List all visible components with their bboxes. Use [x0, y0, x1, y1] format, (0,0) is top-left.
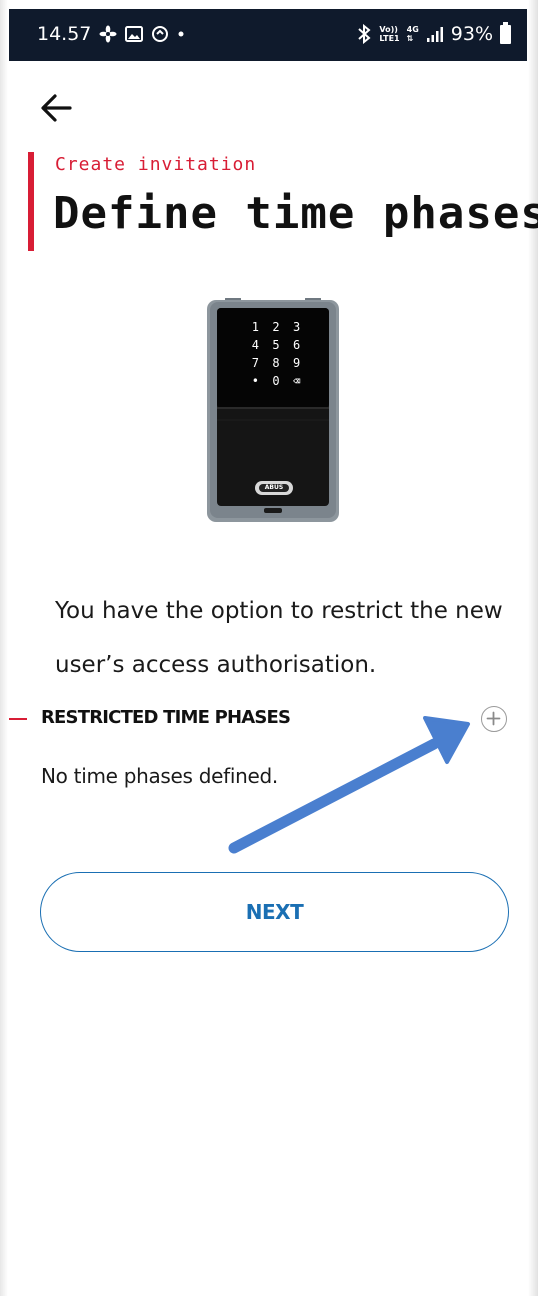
battery-percent: 93%: [450, 23, 493, 45]
plus-circle-icon[interactable]: [481, 706, 507, 732]
dot-icon: [177, 30, 185, 38]
empty-state-text: No time phases defined.: [41, 764, 278, 788]
section-indicator: [9, 718, 27, 720]
battery-icon: [500, 21, 511, 44]
keypad-key: 8: [272, 356, 280, 370]
arrow-left-icon[interactable]: [38, 90, 74, 126]
signal-icon: [426, 26, 444, 42]
brand-logo: ABUS: [264, 484, 284, 491]
app-screen: 14.57 Vo)) LTE1 4G ⇅ 93% Create invitati…: [0, 0, 538, 1296]
volte-bottom-text: LTE1: [379, 34, 400, 43]
net-top-text: 4G: [406, 25, 419, 34]
volte-top-text: Vo)): [379, 25, 398, 34]
keypad-key: 7: [251, 356, 259, 370]
net-bottom-text: ⇅: [406, 34, 414, 43]
sync-icon: [151, 25, 169, 43]
next-button-label: NEXT: [245, 900, 304, 924]
keypad-key: 9: [293, 356, 301, 370]
keypad-key: 6: [293, 338, 301, 352]
keypad-key: 2: [272, 320, 280, 334]
fan-icon: [99, 25, 117, 43]
keypad-key: 5: [272, 338, 280, 352]
keypad-key: 0: [272, 374, 280, 388]
bluetooth-icon: [356, 24, 372, 44]
keypad-key: 4: [251, 338, 259, 352]
page-subtitle: Create invitation: [55, 154, 257, 175]
status-time: 14.57: [37, 23, 92, 45]
section-title: RESTRICTED TIME PHASES: [41, 707, 291, 728]
keypad-key: 1: [251, 320, 259, 334]
image-icon: [125, 26, 144, 42]
4g-icon: 4G ⇅: [407, 25, 419, 43]
keypad-lockbox-image: 1 2 3 4 5 6 7 8 9 • 0 ⌫ ABUS: [207, 296, 339, 522]
next-button[interactable]: NEXT: [40, 872, 509, 952]
keypad-grid: 1 2 3 4 5 6 7 8 9 • 0 ⌫: [245, 320, 307, 400]
volte-icon: Vo)) LTE1: [379, 25, 399, 43]
keypad-key: •: [251, 374, 259, 388]
keypad-key: ⌫: [293, 374, 301, 388]
status-bar: 14.57 Vo)) LTE1 4G ⇅ 93%: [9, 9, 527, 61]
title-accent-bar: [28, 152, 34, 251]
keypad-key: 3: [293, 320, 301, 334]
screen-edge-left: [0, 0, 8, 1296]
page-title: Define time phases: [53, 188, 538, 239]
description-text: You have the option to restrict the new …: [55, 598, 503, 678]
